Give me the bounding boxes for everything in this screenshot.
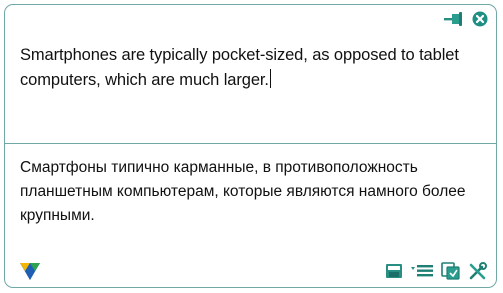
translation-text: Смартфоны типично карманные, в противопо… xyxy=(20,159,466,224)
window-controls xyxy=(444,11,488,27)
translator-popup: Smartphones are typically pocket-sized, … xyxy=(4,4,497,288)
save-icon[interactable] xyxy=(385,262,403,280)
source-text-content: Smartphones are typically pocket-sized, … xyxy=(20,46,459,89)
text-caret xyxy=(269,69,272,88)
list-icon[interactable] xyxy=(410,262,434,280)
copy-icon[interactable] xyxy=(441,262,461,280)
bottom-toolbar xyxy=(5,257,496,287)
source-text-area[interactable]: Smartphones are typically pocket-sized, … xyxy=(5,33,496,143)
close-icon[interactable] xyxy=(472,11,488,27)
logo-icon[interactable] xyxy=(19,261,41,281)
translation-area: Смартфоны типично карманные, в противопо… xyxy=(5,144,496,234)
source-text[interactable]: Smartphones are typically pocket-sized, … xyxy=(20,43,480,93)
pin-icon[interactable] xyxy=(444,12,464,26)
settings-icon[interactable] xyxy=(468,262,488,280)
tool-buttons xyxy=(385,262,488,280)
